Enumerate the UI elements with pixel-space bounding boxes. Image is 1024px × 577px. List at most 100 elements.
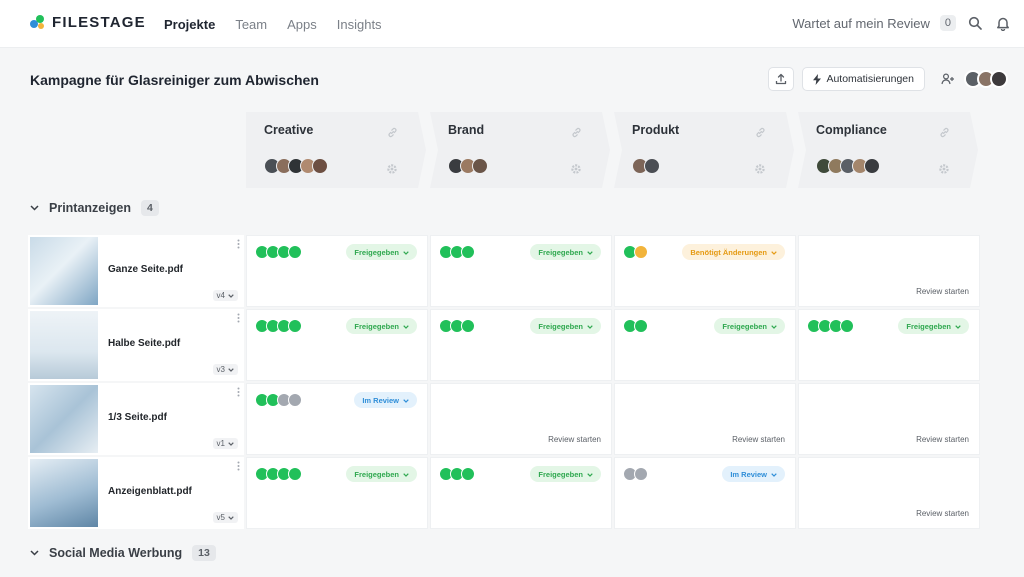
- reviewer-status-dots[interactable]: [439, 319, 475, 333]
- automations-button[interactable]: Automatisierungen: [802, 67, 925, 91]
- start-review-button[interactable]: Review starten: [916, 287, 969, 296]
- version-selector[interactable]: v4: [212, 290, 238, 301]
- review-cell[interactable]: Review starten: [798, 457, 980, 529]
- gear-icon[interactable]: [938, 162, 950, 180]
- step-column-creative[interactable]: Creative: [246, 112, 426, 188]
- group-header-social-media-werbung[interactable]: Social Media Werbung 13: [30, 545, 216, 561]
- logo-text: FILESTAGE: [52, 14, 146, 31]
- step-reviewers-avatars[interactable]: [632, 158, 656, 174]
- add-member-icon[interactable]: [939, 70, 957, 88]
- step-column-brand[interactable]: Brand: [430, 112, 610, 188]
- version-selector[interactable]: v5: [212, 512, 238, 523]
- nav-item-team[interactable]: Team: [235, 17, 267, 32]
- file-cell[interactable]: Anzeigenblatt.pdf v5: [28, 457, 244, 529]
- link-icon[interactable]: [571, 125, 582, 143]
- review-status-badge[interactable]: Freigegeben: [346, 244, 417, 260]
- file-thumbnail[interactable]: [30, 385, 98, 453]
- file-thumbnail[interactable]: [30, 459, 98, 527]
- reviewer-status-dots[interactable]: [255, 245, 302, 259]
- filestage-logo[interactable]: FILESTAGE: [30, 14, 146, 31]
- reviewer-status-dots[interactable]: [623, 319, 648, 333]
- review-status-badge[interactable]: Freigegeben: [530, 466, 601, 482]
- review-status-badge[interactable]: Freigegeben: [898, 318, 969, 334]
- file-cell[interactable]: Ganze Seite.pdf v4: [28, 235, 244, 307]
- review-cell[interactable]: Review starten: [798, 235, 980, 307]
- start-review-button[interactable]: Review starten: [916, 435, 969, 444]
- review-status-badge[interactable]: Freigegeben: [714, 318, 785, 334]
- review-cell[interactable]: Freigegeben: [614, 309, 796, 381]
- reviewer-status-dots[interactable]: [255, 319, 302, 333]
- reviewer-status-dot: [288, 467, 302, 481]
- reviewer-status-dot: [288, 245, 302, 259]
- review-status-badge[interactable]: Benötigt Änderungen: [682, 244, 785, 260]
- review-status-badge[interactable]: Freigegeben: [346, 318, 417, 334]
- reviewer-status-dots[interactable]: [439, 467, 475, 481]
- reviewer-status-dots[interactable]: [255, 467, 302, 481]
- review-status-badge[interactable]: Im Review: [722, 466, 785, 482]
- more-options-icon[interactable]: [237, 387, 240, 397]
- gear-icon[interactable]: [754, 162, 766, 180]
- file-name[interactable]: Halbe Seite.pdf: [108, 338, 180, 349]
- review-cell[interactable]: Im Review: [614, 457, 796, 529]
- reviewer-status-dots[interactable]: [439, 245, 475, 259]
- more-options-icon[interactable]: [237, 461, 240, 471]
- bell-icon[interactable]: [994, 14, 1012, 32]
- file-thumbnail[interactable]: [30, 311, 98, 379]
- start-review-button[interactable]: Review starten: [916, 509, 969, 518]
- review-cell[interactable]: Freigegeben: [430, 457, 612, 529]
- review-cell[interactable]: Review starten: [798, 383, 980, 455]
- step-reviewers-avatars[interactable]: [816, 158, 876, 174]
- version-selector[interactable]: v3: [212, 364, 238, 375]
- review-cell[interactable]: Freigegeben: [430, 235, 612, 307]
- project-members-avatars[interactable]: [964, 70, 1008, 88]
- start-review-button[interactable]: Review starten: [548, 435, 601, 444]
- review-status-badge[interactable]: Freigegeben: [530, 244, 601, 260]
- search-icon[interactable]: [966, 14, 984, 32]
- step-reviewers-avatars[interactable]: [264, 158, 324, 174]
- reviewer-status-dots[interactable]: [623, 245, 648, 259]
- review-cell[interactable]: Freigegeben: [246, 235, 428, 307]
- review-cell[interactable]: Im Review: [246, 383, 428, 455]
- gear-icon[interactable]: [570, 162, 582, 180]
- file-name[interactable]: Anzeigenblatt.pdf: [108, 486, 192, 497]
- upload-button[interactable]: [768, 67, 795, 91]
- reviewer-status-dots[interactable]: [807, 319, 854, 333]
- review-status-badge[interactable]: Im Review: [354, 392, 417, 408]
- reviewer-status-dots[interactable]: [623, 467, 648, 481]
- version-selector[interactable]: v1: [212, 438, 238, 449]
- gear-icon[interactable]: [386, 162, 398, 180]
- review-cell[interactable]: Freigegeben: [246, 309, 428, 381]
- step-column-compliance[interactable]: Compliance: [798, 112, 978, 188]
- review-status-badge[interactable]: Freigegeben: [530, 318, 601, 334]
- review-cell[interactable]: Review starten: [430, 383, 612, 455]
- more-options-icon[interactable]: [237, 313, 240, 323]
- file-name[interactable]: Ganze Seite.pdf: [108, 264, 183, 275]
- reviewer-status-dot: [634, 245, 648, 259]
- link-icon[interactable]: [387, 125, 398, 143]
- chevron-down-icon: [228, 365, 234, 374]
- review-cell[interactable]: Freigegeben: [430, 309, 612, 381]
- file-name[interactable]: 1/3 Seite.pdf: [108, 412, 167, 423]
- group-header-printanzeigen[interactable]: Printanzeigen 4: [30, 200, 159, 216]
- review-cell[interactable]: Freigegeben: [246, 457, 428, 529]
- file-cell[interactable]: 1/3 Seite.pdf v1: [28, 383, 244, 455]
- start-review-button[interactable]: Review starten: [732, 435, 785, 444]
- review-cell[interactable]: Freigegeben: [798, 309, 980, 381]
- step-column-produkt[interactable]: Produkt: [614, 112, 794, 188]
- chevron-down-icon: [771, 470, 777, 479]
- nav-item-insights[interactable]: Insights: [337, 17, 382, 32]
- review-cell[interactable]: Benötigt Änderungen: [614, 235, 796, 307]
- review-cell[interactable]: Review starten: [614, 383, 796, 455]
- chevron-down-icon: [403, 470, 409, 479]
- review-status-badge[interactable]: Freigegeben: [346, 466, 417, 482]
- waiting-for-review-link[interactable]: Wartet auf mein Review: [792, 16, 930, 31]
- more-options-icon[interactable]: [237, 239, 240, 249]
- link-icon[interactable]: [939, 125, 950, 143]
- nav-item-projekte[interactable]: Projekte: [164, 17, 215, 32]
- file-thumbnail[interactable]: [30, 237, 98, 305]
- link-icon[interactable]: [755, 125, 766, 143]
- nav-item-apps[interactable]: Apps: [287, 17, 317, 32]
- file-cell[interactable]: Halbe Seite.pdf v3: [28, 309, 244, 381]
- step-reviewers-avatars[interactable]: [448, 158, 484, 174]
- reviewer-status-dots[interactable]: [255, 393, 302, 407]
